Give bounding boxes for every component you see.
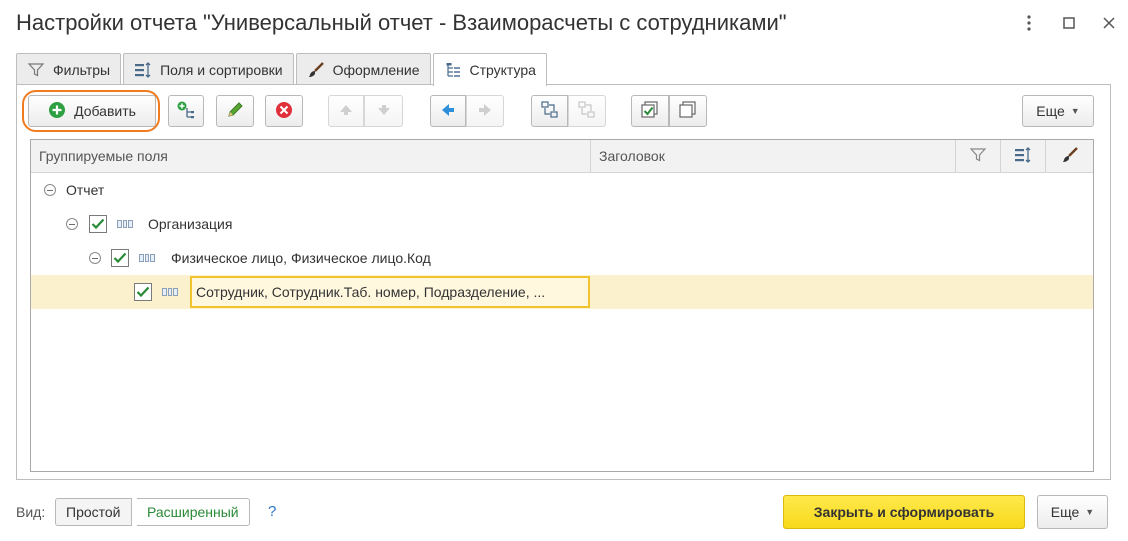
- brush-icon: [307, 61, 325, 79]
- maximize-icon[interactable]: [1056, 10, 1082, 36]
- arrow-up-icon: [338, 103, 354, 120]
- tree-row-individual[interactable]: Физическое лицо, Физическое лицо.Код: [31, 241, 1093, 275]
- column-header-filter[interactable]: [956, 140, 1001, 172]
- tree-row-label: Отчет: [66, 182, 105, 198]
- edit-button[interactable]: [216, 95, 254, 127]
- uncheck-all-button[interactable]: [669, 95, 707, 127]
- more-label: Еще: [1036, 103, 1065, 119]
- structure-icon: [444, 61, 462, 79]
- add-icon: [48, 101, 66, 122]
- field-icon: [139, 241, 156, 275]
- selected-cell[interactable]: Сотрудник, Сотрудник.Таб. номер, Подразд…: [190, 276, 590, 308]
- row-checkbox[interactable]: [89, 207, 107, 241]
- add-grouping-button[interactable]: [168, 95, 204, 127]
- footer-more-button[interactable]: Еще ▼: [1037, 495, 1108, 529]
- more-label: Еще: [1050, 504, 1080, 520]
- field-icon: [162, 275, 179, 309]
- collapse-icon[interactable]: [89, 241, 101, 275]
- grid-header: Группируемые поля Заголовок: [31, 140, 1093, 173]
- filter-icon: [27, 61, 45, 79]
- delete-button[interactable]: [265, 95, 303, 127]
- more-vertical-icon[interactable]: [1016, 10, 1042, 36]
- column-header-fields[interactable]: Группируемые поля: [31, 140, 591, 172]
- tab-fields-sort[interactable]: Поля и сортировки: [123, 53, 294, 85]
- column-header-fields-sort[interactable]: [1001, 140, 1046, 172]
- help-icon[interactable]: ?: [268, 503, 276, 520]
- ungroup-icon: [577, 100, 597, 123]
- tree-row-label: Физическое лицо, Физическое лицо.Код: [171, 250, 431, 266]
- close-icon[interactable]: [1096, 10, 1122, 36]
- ungroup-button[interactable]: [568, 95, 606, 127]
- delete-icon: [275, 101, 293, 122]
- view-extended-button[interactable]: Расширенный: [137, 498, 250, 526]
- column-header-title[interactable]: Заголовок: [591, 140, 956, 172]
- move-up-button[interactable]: [328, 95, 364, 127]
- move-down-button[interactable]: [364, 95, 403, 127]
- arrow-left-icon: [440, 102, 456, 121]
- view-label: Вид:: [16, 504, 46, 520]
- arrow-down-icon: [376, 103, 392, 120]
- move-left-button[interactable]: [430, 95, 466, 127]
- brush-icon: [1061, 146, 1079, 167]
- tree-row-employee[interactable]: Сотрудник, Сотрудник.Таб. номер, Подразд…: [31, 275, 1093, 309]
- field-icon: [117, 207, 134, 241]
- filter-icon: [969, 147, 987, 165]
- tree-row-report[interactable]: Отчет: [31, 173, 1093, 207]
- column-header-design[interactable]: [1046, 140, 1093, 172]
- tab-label: Структура: [469, 62, 536, 78]
- check-all-button[interactable]: [631, 95, 669, 127]
- window-title: Настройки отчета "Универсальный отчет - …: [16, 10, 787, 35]
- close-and-build-button[interactable]: Закрыть и сформировать: [783, 495, 1025, 529]
- toolbar-more-button[interactable]: Еще ▼: [1022, 95, 1094, 127]
- collapse-icon[interactable]: [44, 173, 56, 207]
- group-button[interactable]: [531, 95, 568, 127]
- row-checkbox[interactable]: [134, 275, 152, 309]
- tab-label: Оформление: [332, 61, 420, 78]
- arrow-right-icon: [477, 102, 493, 121]
- row-checkbox[interactable]: [111, 241, 129, 275]
- tab-label: Фильтры: [53, 61, 111, 78]
- chevron-down-icon: ▼: [1070, 106, 1080, 116]
- move-right-button[interactable]: [466, 95, 504, 127]
- tab-structure[interactable]: Структура: [432, 53, 547, 86]
- pencil-icon: [226, 101, 244, 122]
- structure-tree-grid: Группируемые поля Заголовок Отчет Органи…: [30, 139, 1094, 472]
- uncheck-all-icon: [678, 100, 698, 123]
- tree-row-organization[interactable]: Организация: [31, 207, 1093, 241]
- fields-sort-icon: [1014, 146, 1032, 166]
- check-all-icon: [640, 100, 660, 123]
- tab-label: Поля и сортировки: [160, 61, 283, 78]
- tab-bar: Фильтры Поля и сортировки Оформление Стр…: [16, 53, 549, 86]
- add-grouping-icon: [176, 100, 196, 123]
- tab-design[interactable]: Оформление: [295, 53, 431, 85]
- chevron-down-icon: ▼: [1085, 507, 1095, 517]
- view-simple-button[interactable]: Простой: [55, 498, 132, 526]
- add-button-label: Добавить: [74, 103, 136, 119]
- group-icon: [540, 100, 560, 123]
- fields-sort-icon: [134, 61, 152, 79]
- collapse-icon[interactable]: [66, 207, 78, 241]
- add-button[interactable]: Добавить: [28, 95, 156, 127]
- tree-row-label: Организация: [148, 216, 233, 232]
- tab-filters[interactable]: Фильтры: [16, 53, 122, 85]
